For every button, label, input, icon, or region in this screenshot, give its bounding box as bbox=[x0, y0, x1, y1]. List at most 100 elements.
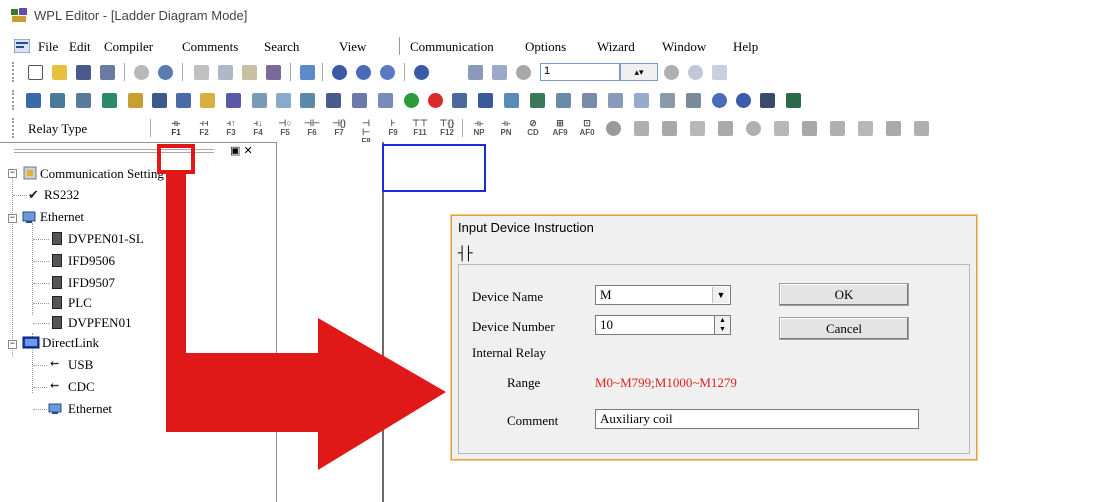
edit-icon[interactable] bbox=[128, 93, 143, 108]
copy-icon[interactable] bbox=[218, 65, 233, 80]
zoom-in-icon[interactable] bbox=[356, 65, 371, 80]
monitor-icon[interactable] bbox=[492, 65, 507, 80]
menu-help[interactable]: Help bbox=[733, 39, 758, 55]
image-icon[interactable] bbox=[686, 93, 701, 108]
menu-communication[interactable]: Communication bbox=[410, 39, 494, 55]
cut-icon[interactable] bbox=[194, 65, 209, 80]
tree-item-communication-setting[interactable]: Communication Setting bbox=[40, 166, 164, 182]
eraser-icon[interactable] bbox=[266, 65, 281, 80]
ladder-cursor[interactable] bbox=[382, 144, 486, 192]
program-icon[interactable] bbox=[152, 93, 167, 108]
compile-icon[interactable] bbox=[158, 65, 173, 80]
align-icon[interactable] bbox=[634, 93, 649, 108]
run-green-icon[interactable] bbox=[404, 93, 419, 108]
branch-f11-button[interactable]: ⊤⊤ F11 bbox=[411, 119, 429, 139]
cd-button[interactable]: ⊘ CD bbox=[524, 119, 542, 139]
gear-icon[interactable] bbox=[606, 121, 621, 136]
tree-item-dvpen01[interactable]: DVPEN01-SL bbox=[68, 231, 144, 247]
download-icon[interactable] bbox=[478, 93, 493, 108]
series-f5-button[interactable]: ⊣○ F5 bbox=[276, 119, 294, 139]
falling-edge-f4-button[interactable]: ⫞↓ F4 bbox=[249, 119, 267, 139]
tree-item-ifd9506[interactable]: IFD9506 bbox=[68, 253, 115, 269]
menu-edit[interactable]: Edit bbox=[69, 39, 91, 55]
find-icon[interactable] bbox=[332, 65, 347, 80]
toolbar-grip[interactable] bbox=[12, 118, 15, 138]
tree-item-dvpfen01[interactable]: DVPFEN01 bbox=[68, 315, 132, 331]
parallel-f6-button[interactable]: ⊣⊢ F6 bbox=[303, 119, 321, 139]
save-all-icon[interactable] bbox=[100, 65, 115, 80]
tree-item-cdc[interactable]: CDC bbox=[68, 379, 95, 395]
vertical-line-f9-button[interactable]: ⊦ F9 bbox=[384, 119, 402, 139]
ok-button[interactable]: OK bbox=[779, 283, 909, 306]
menu-file[interactable]: File bbox=[38, 39, 58, 55]
code-icon[interactable] bbox=[530, 93, 545, 108]
link-icon[interactable] bbox=[712, 65, 727, 80]
tree-item-plc[interactable]: PLC bbox=[68, 295, 92, 311]
contact-no-f1-button[interactable]: ⫞⊦ F1 bbox=[167, 119, 185, 139]
stop-red-icon[interactable] bbox=[428, 93, 443, 108]
refresh-icon[interactable] bbox=[688, 65, 703, 80]
help-icon[interactable] bbox=[414, 65, 429, 80]
device-table-icon[interactable] bbox=[50, 93, 65, 108]
menu-wizard[interactable]: Wizard bbox=[597, 39, 635, 55]
pattern-icon[interactable] bbox=[582, 93, 597, 108]
magnify-icon[interactable] bbox=[712, 93, 727, 108]
magnify2-icon[interactable] bbox=[736, 93, 751, 108]
keyboard-icon[interactable] bbox=[760, 93, 775, 108]
block-icon[interactable] bbox=[352, 93, 367, 108]
menu-view[interactable]: View bbox=[339, 39, 366, 55]
grid-icon[interactable] bbox=[176, 93, 191, 108]
station-spin[interactable]: ▴▾ bbox=[620, 63, 658, 81]
run-icon[interactable] bbox=[664, 65, 679, 80]
collapse-icon[interactable]: − bbox=[8, 169, 17, 178]
block-f12-button[interactable]: ⊤{} F12 bbox=[438, 119, 456, 139]
collapse-icon[interactable]: − bbox=[8, 214, 17, 223]
pen-icon[interactable] bbox=[226, 93, 241, 108]
pattern2-icon[interactable] bbox=[608, 93, 623, 108]
tree-item-usb[interactable]: USB bbox=[68, 357, 93, 373]
paste-icon[interactable] bbox=[242, 65, 257, 80]
save-icon[interactable] bbox=[76, 65, 91, 80]
folder-icon[interactable] bbox=[200, 93, 215, 108]
tree-item-directlink[interactable]: DirectLink bbox=[42, 335, 99, 351]
menu-compiler[interactable]: Compiler bbox=[104, 39, 153, 55]
device-comment-icon[interactable] bbox=[26, 93, 41, 108]
toolbar-grip[interactable] bbox=[12, 62, 15, 82]
menu-comments[interactable]: Comments bbox=[182, 39, 238, 55]
pn-button[interactable]: ⫞⊦ PN bbox=[497, 119, 515, 139]
menu-search[interactable]: Search bbox=[264, 39, 299, 55]
memory-icon[interactable] bbox=[76, 93, 91, 108]
station-number-input[interactable]: 1 bbox=[540, 63, 620, 81]
af0-button[interactable]: ⊡ AF0 bbox=[578, 119, 596, 139]
rising-edge-f3-button[interactable]: ⫞↑ F3 bbox=[222, 119, 240, 139]
station-icon[interactable] bbox=[468, 65, 483, 80]
cancel-button[interactable]: Cancel bbox=[779, 317, 909, 340]
zoom-out-icon[interactable] bbox=[380, 65, 395, 80]
tree-item-rs232[interactable]: RS232 bbox=[44, 187, 79, 203]
panel-close-icon[interactable]: ▣ ✕ bbox=[230, 144, 253, 157]
device-name-select[interactable]: M ▼ bbox=[595, 285, 731, 305]
tools-icon[interactable] bbox=[504, 93, 519, 108]
pin-icon[interactable] bbox=[300, 93, 315, 108]
chevron-down-icon[interactable]: ▼ bbox=[712, 287, 729, 303]
tree-item-directlink-ethernet[interactable]: Ethernet bbox=[68, 401, 112, 417]
af9-button[interactable]: ⊞ AF9 bbox=[551, 119, 569, 139]
menu-options[interactable]: Options bbox=[525, 39, 566, 55]
device-number-spinner[interactable]: ▲ ▼ bbox=[714, 315, 731, 335]
tree-item-ethernet[interactable]: Ethernet bbox=[40, 209, 84, 225]
align2-icon[interactable] bbox=[660, 93, 675, 108]
network-icon[interactable] bbox=[102, 93, 117, 108]
open-folder-icon[interactable] bbox=[52, 65, 67, 80]
menu-window[interactable]: Window bbox=[662, 39, 706, 55]
list-icon[interactable] bbox=[252, 93, 267, 108]
sfc-icon[interactable] bbox=[378, 93, 393, 108]
ladder-icon[interactable] bbox=[326, 93, 341, 108]
document-icon[interactable] bbox=[14, 39, 30, 53]
wizard-icon[interactable] bbox=[556, 93, 571, 108]
upload-icon[interactable] bbox=[452, 93, 467, 108]
new-file-icon[interactable] bbox=[28, 65, 43, 80]
person-icon[interactable] bbox=[786, 93, 801, 108]
table-icon[interactable] bbox=[276, 93, 291, 108]
collapse-icon[interactable]: − bbox=[8, 340, 17, 349]
contact-nc-f2-button[interactable]: ⫞⫞ F2 bbox=[195, 119, 213, 139]
